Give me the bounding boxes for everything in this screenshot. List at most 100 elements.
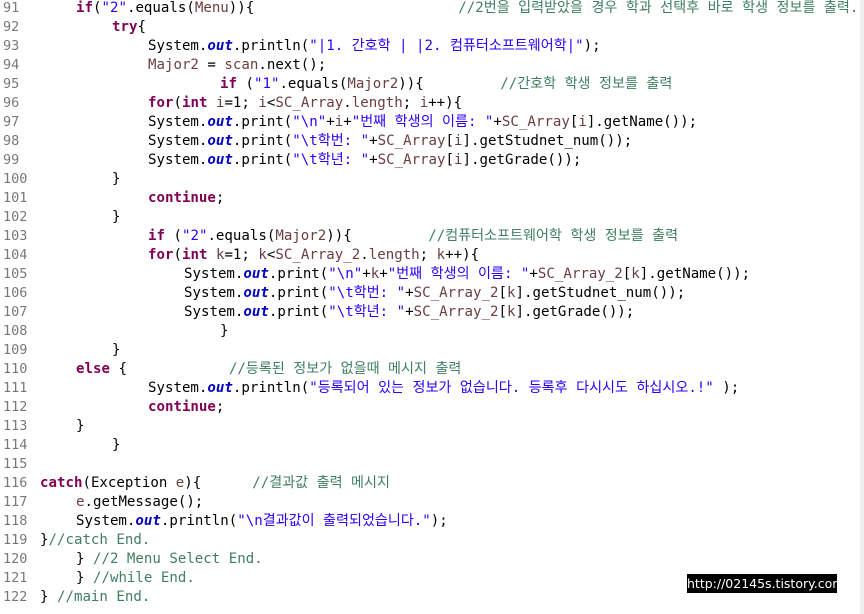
code-token: + <box>343 114 352 130</box>
code-token: ( <box>173 247 182 263</box>
variable-token: Major2 <box>148 57 199 73</box>
code-line[interactable]: 115 <box>0 455 860 474</box>
code-line[interactable]: 108} <box>0 322 860 341</box>
variable-token: scan <box>224 57 259 73</box>
keyword-token: int <box>181 247 208 263</box>
comment-token: //등록된 정보가 없을때 메시지 출력 <box>228 361 462 377</box>
comment-token: //catch End. <box>48 532 151 548</box>
code-line[interactable]: 119}//catch End. <box>0 531 860 550</box>
line-number: 108 <box>3 323 28 339</box>
line-number: 101 <box>3 190 28 206</box>
line-number: 92 <box>3 19 20 35</box>
code-line[interactable]: 97 System.out.print("\n"+i+"번째 학생의 이름: "+… <box>0 113 860 132</box>
code-token: = <box>198 57 225 73</box>
line-number: 112 <box>3 399 28 415</box>
code-token: ; <box>215 190 225 206</box>
code-token: System. <box>184 304 244 320</box>
code-line[interactable]: 118 System.out.println("\n결과값이 출력되었습니다.")… <box>0 512 860 531</box>
code-text: } //main End. <box>40 588 150 607</box>
code-line[interactable]: 94 Major2 = scan.next(); <box>0 56 860 75</box>
code-token: ); <box>430 513 448 529</box>
variable-token: i <box>454 152 463 168</box>
keyword-token: for <box>148 247 174 263</box>
code-text: if ("2".equals(Major2)){//컴퓨터소프트웨어학 학생 정… <box>148 227 678 246</box>
line-number: 109 <box>3 342 28 358</box>
code-text: } <box>112 208 121 227</box>
code-text: else {//등록된 정보가 없을때 메시지 출력 <box>76 360 461 379</box>
code-text: System.out.println("\n결과값이 출력되었습니다."); <box>76 512 448 531</box>
variable-token: i <box>578 114 587 130</box>
code-line[interactable]: 105 System.out.print("\n"+k+"번째 학생의 이름: "… <box>0 265 860 284</box>
code-line[interactable]: 95 if ("1".equals(Major2)){//간호학 학생 정보를 출… <box>0 75 860 94</box>
code-line[interactable]: 110 else {//등록된 정보가 없을때 메시지 출력 <box>0 360 860 379</box>
comment-token: //2 Menu Select End. <box>92 551 263 567</box>
line-number: 107 <box>3 304 28 320</box>
variable-token: SC_Array <box>377 152 446 168</box>
code-token: } <box>40 589 57 605</box>
line-number: 116 <box>3 475 28 491</box>
code-line[interactable]: 99 System.out.print("\t학년: "+SC_Array[i].… <box>0 151 860 170</box>
line-number: 97 <box>3 114 20 130</box>
code-line[interactable]: 112 continue; <box>0 398 860 417</box>
code-line[interactable]: 91 if("2".equals(Menu)){//2번을 입력받았을 경우 학과… <box>0 0 860 18</box>
code-token: { <box>137 19 146 35</box>
code-token: .println( <box>232 38 310 54</box>
code-line[interactable]: 116 catch(Exception e){//결과값 출력 메시지 <box>0 474 860 493</box>
comment-token: //while End. <box>92 570 195 586</box>
code-token: } <box>76 418 85 434</box>
code-line[interactable]: 104 for(int k=1; k<SC_Array_2.length; k++… <box>0 246 860 265</box>
variable-token: SC_Array <box>377 133 446 149</box>
code-token: ++){ <box>445 247 480 263</box>
code-line[interactable]: 117 e.getMessage(); <box>0 493 860 512</box>
code-token: } <box>76 551 93 567</box>
code-token: .equals( <box>126 0 195 16</box>
code-line[interactable]: 107 System.out.print("\t학년: "+SC_Array_2[… <box>0 303 860 322</box>
code-token: { <box>245 0 255 16</box>
code-token: .equals( <box>279 76 348 92</box>
code-line[interactable]: 102} <box>0 208 860 227</box>
variable-token: SC_Array_2 <box>413 304 499 320</box>
code-line[interactable]: 93 System.out.println("|1. 간호학 | |2. 컴퓨터소… <box>0 37 860 56</box>
keyword-token: catch <box>40 475 83 491</box>
line-number: 110 <box>3 361 28 377</box>
code-line[interactable]: 109} <box>0 341 860 360</box>
code-token: + <box>529 266 538 282</box>
code-token: ].getName()); <box>639 266 751 282</box>
code-line[interactable]: 103 if ("2".equals(Major2)){//컴퓨터소프트웨어학 학… <box>0 227 860 246</box>
variable-token: length <box>351 95 403 111</box>
code-token: .equals( <box>207 228 276 244</box>
string-token: "번째 학생의 이름: " <box>387 266 530 282</box>
code-line[interactable]: 114} <box>0 436 860 455</box>
code-line[interactable]: 98 System.out.print("\t학번: "+SC_Array[i].… <box>0 132 860 151</box>
keyword-token: if <box>220 76 237 92</box>
code-line[interactable]: 96 for(int i=1; i<SC_Array.length; i++){ <box>0 94 860 113</box>
code-text: } //2 Menu Select End. <box>76 550 263 569</box>
code-token: + <box>362 266 371 282</box>
variable-token: Major2 <box>347 76 399 92</box>
code-token: ( <box>164 228 182 244</box>
code-line[interactable]: 100} <box>0 170 860 189</box>
field-token: out <box>207 380 233 396</box>
string-token: "2" <box>181 228 208 244</box>
line-number: 105 <box>3 266 28 282</box>
code-line[interactable]: 113} <box>0 417 860 436</box>
code-text: continue; <box>148 398 224 417</box>
code-token: ( <box>173 95 182 111</box>
code-token: System. <box>76 513 136 529</box>
code-token: Exception <box>90 475 176 491</box>
code-line[interactable]: 120} //2 Menu Select End. <box>0 550 860 569</box>
code-token: + <box>405 304 414 320</box>
code-line[interactable]: 92 try{ <box>0 18 860 37</box>
line-number: 103 <box>3 228 28 244</box>
code-line[interactable]: 101 continue; <box>0 189 860 208</box>
code-text: e.getMessage(); <box>76 493 203 512</box>
line-number: 91 <box>3 0 20 16</box>
line-number: 98 <box>3 133 20 149</box>
code-token: ){ <box>184 475 202 491</box>
code-editor[interactable]: 91 if("2".equals(Menu)){//2번을 입력받았을 경우 학과… <box>0 0 864 614</box>
code-line[interactable]: 111 System.out.println("등록되어 있는 정보가 없습니다.… <box>0 379 860 398</box>
code-token: + <box>326 114 335 130</box>
comment-token: //2번을 입력받았을 경우 학과 선택후 바로 학생 정보를 출력. <box>458 0 859 16</box>
code-line[interactable]: 106 System.out.print("\t학번: "+SC_Array_2[… <box>0 284 860 303</box>
code-token: System. <box>184 266 244 282</box>
